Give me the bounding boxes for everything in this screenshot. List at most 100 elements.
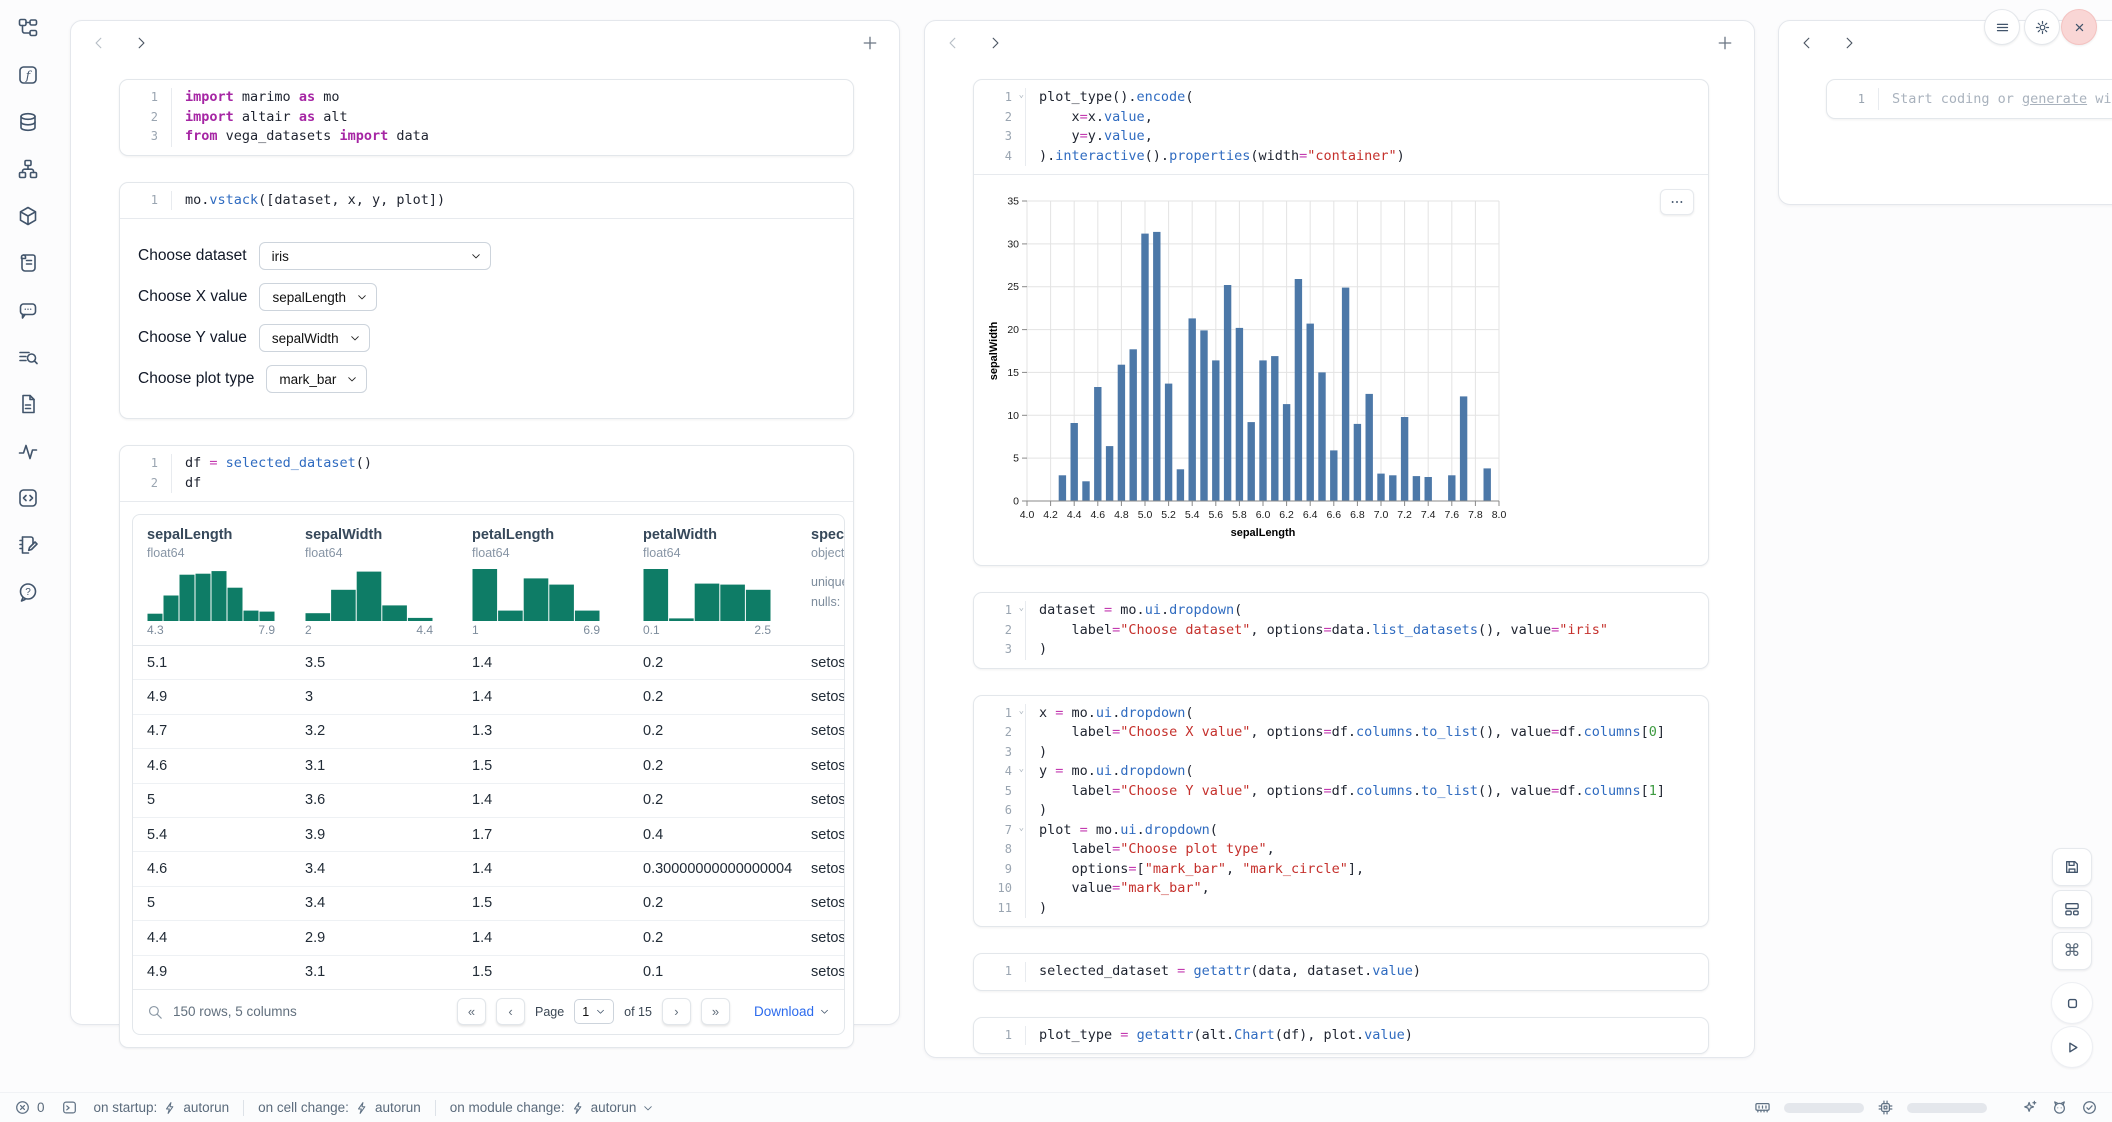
code-line[interactable]: 6) <box>974 801 1708 821</box>
logs-scroll-icon[interactable] <box>17 252 39 274</box>
ai-sparkle-icon[interactable] <box>2021 1099 2038 1116</box>
code-line[interactable]: 4).interactive().properties(width="conta… <box>974 147 1708 167</box>
altair-bar-chart[interactable]: 4.04.24.44.64.85.05.25.45.65.86.06.26.46… <box>984 193 1544 553</box>
run-button[interactable] <box>2051 1026 2093 1068</box>
code-line[interactable]: 3from vega_datasets import data <box>120 127 853 147</box>
table-row[interactable]: 5.13.51.40.2setosa <box>133 646 844 680</box>
functions-icon[interactable]: f <box>17 64 39 86</box>
help-icon[interactable]: ? <box>17 581 39 603</box>
errors-indicator[interactable]: 0 <box>14 1099 45 1116</box>
prev-page-button[interactable]: ‹ <box>496 998 525 1025</box>
column-histogram[interactable] <box>147 569 275 621</box>
datasources-icon[interactable] <box>17 111 39 133</box>
code-line[interactable]: 3) <box>974 640 1708 660</box>
code-line[interactable]: 1⌄dataset = mo.ui.dropdown( <box>974 601 1708 621</box>
first-page-button[interactable]: « <box>457 998 486 1025</box>
code-line[interactable]: 4⌄y = mo.ui.dropdown( <box>974 762 1708 782</box>
feedback-icon[interactable] <box>2051 1099 2068 1116</box>
table-row[interactable]: 53.61.40.2setosa <box>133 784 844 818</box>
cpu-icon <box>1877 1099 1894 1116</box>
column-histogram[interactable] <box>643 569 771 621</box>
dropdown-select[interactable]: iris <box>259 242 491 270</box>
code-line[interactable]: 3) <box>974 743 1708 763</box>
code-line[interactable]: 9 options=["mark_bar", "mark_circle"], <box>974 860 1708 880</box>
dependencies-icon[interactable] <box>17 158 39 180</box>
code-line[interactable]: 7⌄plot = mo.ui.dropdown( <box>974 821 1708 841</box>
chat-icon[interactable] <box>17 299 39 321</box>
autorun-setting[interactable]: on cell change:autorun <box>258 1100 421 1115</box>
tracebacks-search-icon[interactable] <box>17 346 39 368</box>
dropdown-select[interactable]: sepalLength <box>259 283 377 311</box>
code-line[interactable]: 1selected_dataset = getattr(data, datase… <box>974 962 1708 982</box>
code-line[interactable]: 1mo.vstack([dataset, x, y, plot]) <box>120 191 853 211</box>
chart-menu-button[interactable] <box>1660 189 1694 215</box>
table-row[interactable]: 4.73.21.30.2setosa <box>133 715 844 749</box>
table-row[interactable]: 5.43.91.70.4setosa <box>133 818 844 852</box>
code-line[interactable]: 10 value="mark_bar", <box>974 879 1708 899</box>
column-name[interactable]: sepalLength <box>147 527 291 543</box>
last-page-button[interactable]: » <box>701 998 730 1025</box>
code-line[interactable]: 1plot_type = getattr(alt.Chart(df), plot… <box>974 1026 1708 1046</box>
table-row[interactable]: 4.931.40.2setosa <box>133 680 844 714</box>
notebook-menu-button[interactable] <box>1984 9 2020 45</box>
code-line[interactable]: 1import marimo as mo <box>120 88 853 108</box>
column-histogram[interactable] <box>305 569 433 621</box>
code-line[interactable]: 5 label="Choose Y value", options=df.col… <box>974 782 1708 802</box>
code-line[interactable]: 1df = selected_dataset() <box>120 454 853 474</box>
command-palette-button[interactable]: ⌘ <box>2052 932 2092 970</box>
table-row[interactable]: 4.93.11.50.1setosa <box>133 956 844 989</box>
save-button[interactable] <box>2052 848 2092 886</box>
code-line[interactable]: 2df <box>120 474 853 494</box>
table-row[interactable]: 4.63.11.50.2setosa <box>133 749 844 783</box>
column-histogram[interactable] <box>472 569 600 621</box>
packages-icon[interactable] <box>17 205 39 227</box>
dropdown-select[interactable]: sepalWidth <box>259 324 370 352</box>
add-cell-button[interactable] <box>1716 34 1734 52</box>
runtime-activity-icon[interactable] <box>17 440 39 462</box>
column-right-arrow-icon[interactable] <box>987 35 1003 51</box>
dropdown-select[interactable]: mark_bar <box>266 365 367 393</box>
generate-link[interactable]: generate <box>2022 91 2087 107</box>
page-select[interactable]: 1 <box>574 999 614 1024</box>
code-line[interactable]: 2 label="Choose X value", options=df.col… <box>974 723 1708 743</box>
table-row[interactable]: 4.63.41.40.30000000000000004setosa <box>133 852 844 886</box>
column-name[interactable]: sepalWidth <box>305 527 458 543</box>
code-line[interactable]: 3 y=y.value, <box>974 127 1708 147</box>
settings-button[interactable] <box>2024 9 2060 45</box>
cell-empty[interactable]: 1 Start coding or generate with <box>1826 79 2112 119</box>
scratchpad-icon[interactable] <box>17 534 39 556</box>
code-line[interactable]: 1⌄x = mo.ui.dropdown( <box>974 704 1708 724</box>
code-line[interactable]: 1⌄plot_type().encode( <box>974 88 1708 108</box>
stop-button[interactable] <box>2051 982 2093 1024</box>
search-icon[interactable] <box>147 1004 163 1020</box>
code-line[interactable]: 11) <box>974 899 1708 919</box>
column-left-arrow-icon[interactable] <box>91 35 107 51</box>
documentation-icon[interactable] <box>17 393 39 415</box>
chevron-down-icon <box>595 1006 606 1017</box>
column-left-arrow-icon[interactable] <box>1799 35 1815 51</box>
shutdown-button[interactable] <box>2061 9 2097 45</box>
autorun-setting[interactable]: on startup:autorun <box>94 1100 230 1115</box>
column-right-arrow-icon[interactable] <box>133 35 149 51</box>
terminal-icon[interactable] <box>61 1099 78 1116</box>
table-row[interactable]: 53.41.50.2setosa <box>133 887 844 921</box>
column-name[interactable]: species <box>811 527 844 543</box>
code-line[interactable]: 2 x=x.value, <box>974 108 1708 128</box>
code-line[interactable]: 2 label="Choose dataset", options=data.l… <box>974 621 1708 641</box>
add-cell-button[interactable] <box>861 34 879 52</box>
table-row[interactable]: 4.42.91.40.2setosa <box>133 921 844 955</box>
layout-button[interactable] <box>2052 890 2092 928</box>
column-left-arrow-icon[interactable] <box>945 35 961 51</box>
code-line[interactable]: 8 label="Choose plot type", <box>974 840 1708 860</box>
column-name[interactable]: petalLength <box>472 527 629 543</box>
autorun-setting[interactable]: on module change:autorun <box>450 1100 655 1115</box>
download-button[interactable]: Download <box>754 1004 830 1019</box>
code-line[interactable]: 2import altair as alt <box>120 108 853 128</box>
column-right-arrow-icon[interactable] <box>1841 35 1857 51</box>
next-page-button[interactable]: › <box>662 998 691 1025</box>
connection-status-icon[interactable] <box>2081 1099 2098 1116</box>
column-name[interactable]: petalWidth <box>643 527 797 543</box>
file-tree-icon[interactable] <box>17 17 39 39</box>
code-placeholder[interactable]: Start coding or generate with <box>1879 88 2112 110</box>
snippets-icon[interactable] <box>17 487 39 509</box>
